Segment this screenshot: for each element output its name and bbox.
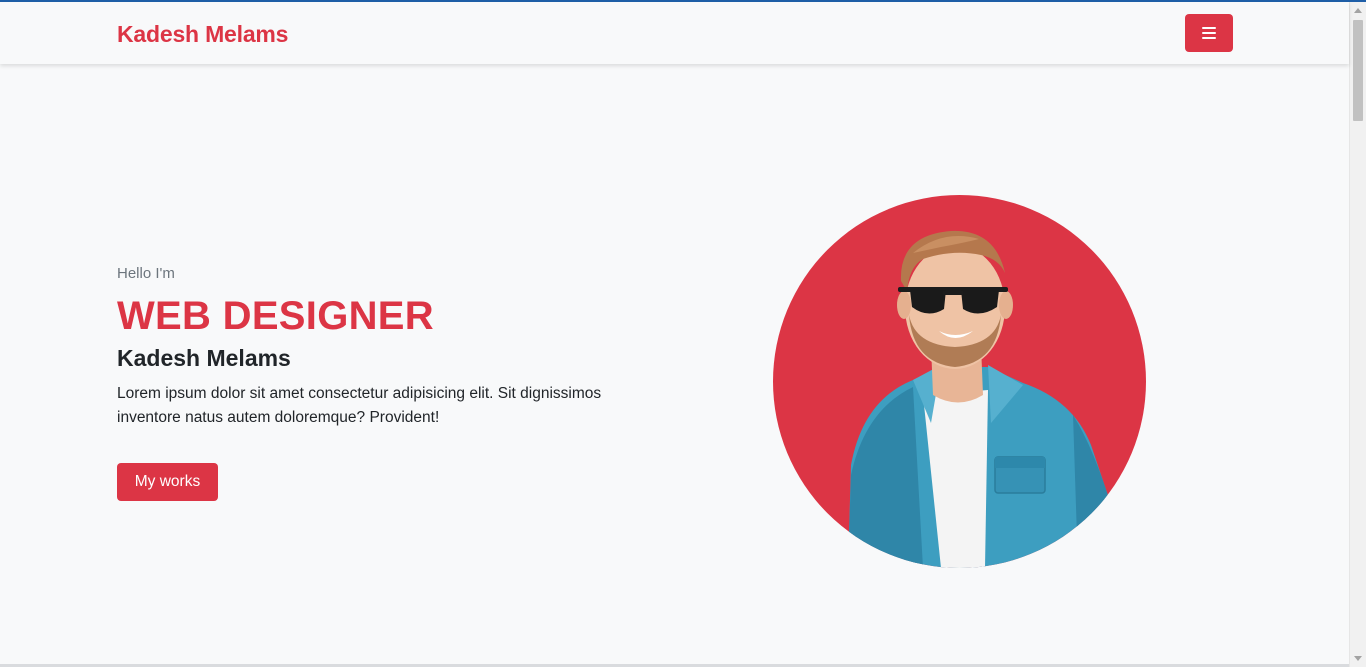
my-works-button[interactable]: My works <box>117 463 218 501</box>
page-scrollbar[interactable] <box>1349 2 1366 667</box>
hero-name: Kadesh Melams <box>117 345 291 371</box>
hero-role: WEB DESIGNER <box>117 294 434 338</box>
hero-description: Lorem ipsum dolor sit amet consectetur a… <box>117 385 602 426</box>
scrollbar-thumb[interactable] <box>1353 20 1363 121</box>
hero-greeting: Hello I'm <box>117 265 175 282</box>
scroll-down-arrow-icon[interactable] <box>1354 656 1362 661</box>
navbar: Kadesh Melams <box>0 2 1349 64</box>
hero-text: Hello I'm WEB DESIGNER Kadesh Melams Lor… <box>117 264 657 430</box>
hamburger-menu-icon <box>1202 27 1216 39</box>
menu-toggle-button[interactable] <box>1185 14 1233 52</box>
brand-logo[interactable]: Kadesh Melams <box>117 21 288 48</box>
person-portrait-illustration <box>848 230 1118 568</box>
profile-portrait <box>773 195 1146 568</box>
scroll-up-arrow-icon[interactable] <box>1354 8 1362 13</box>
